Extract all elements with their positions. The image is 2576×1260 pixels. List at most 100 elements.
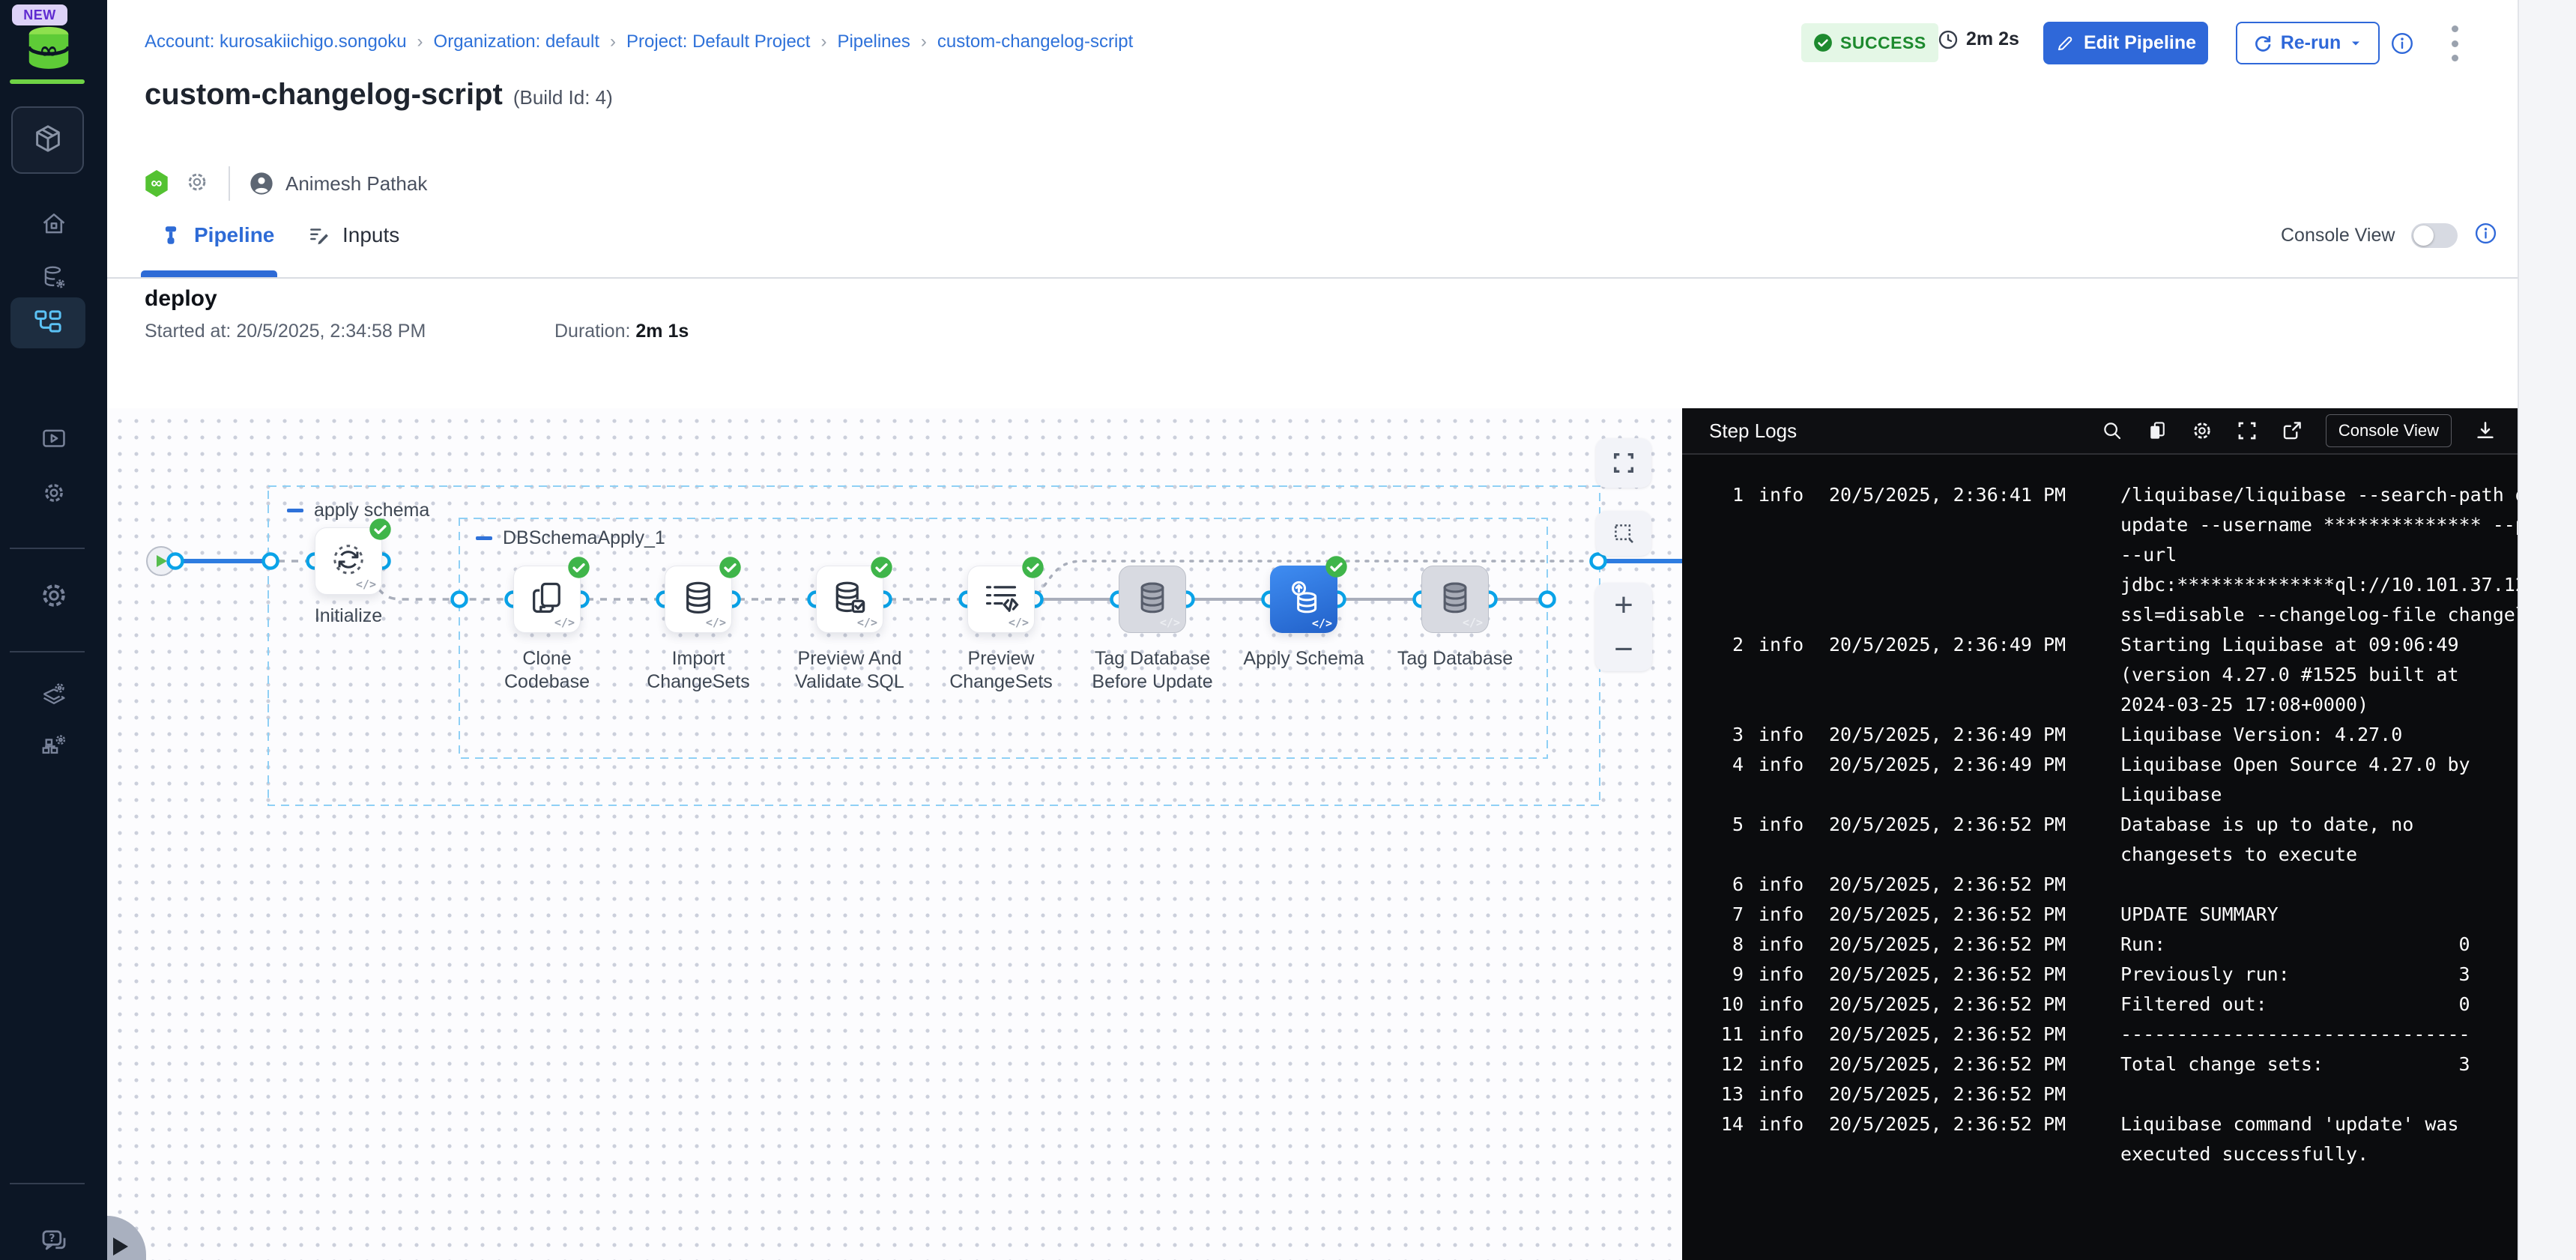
log-line-number: 14 bbox=[1682, 1109, 1744, 1139]
started-at: Started at: 20/5/2025, 2:34:58 PM bbox=[145, 321, 426, 342]
breadcrumb-link[interactable]: Account: kurosakiichigo.songoku bbox=[145, 31, 407, 52]
breadcrumb-link[interactable]: Pipelines bbox=[837, 31, 910, 52]
log-line-number: 8 bbox=[1682, 930, 1744, 960]
edit-pipeline-button[interactable]: Edit Pipeline bbox=[2043, 22, 2208, 64]
pipeline-canvas[interactable]: apply schema DBSchemaApply_1 </>Initiali… bbox=[107, 408, 1682, 1260]
log-level: info bbox=[1759, 810, 1811, 840]
zoom-in-button[interactable]: + bbox=[1614, 589, 1633, 622]
org-structure-icon bbox=[40, 730, 68, 762]
sidebar-divider bbox=[10, 1183, 85, 1184]
log-timestamp: 20/5/2025, 2:36:52 PM bbox=[1829, 930, 2081, 960]
log-level: info bbox=[1759, 990, 1811, 1020]
code-icon: </> bbox=[706, 616, 726, 629]
log-message: Run: 0 bbox=[2120, 930, 2518, 960]
copy-icon[interactable] bbox=[2146, 420, 2168, 442]
log-entry: 8 info 20/5/2025, 2:36:52 PM Run: 0 bbox=[1682, 930, 2518, 960]
console-view-button[interactable]: Console View bbox=[2326, 414, 2452, 447]
pencil-icon bbox=[2055, 34, 2075, 53]
sidebar-item-home[interactable] bbox=[0, 210, 107, 242]
tab-inputs[interactable]: Inputs bbox=[308, 223, 399, 247]
open-in-new-icon[interactable] bbox=[2281, 420, 2303, 442]
log-entry: 11info20/5/2025, 2:36:52 PM-------------… bbox=[1682, 1020, 2518, 1050]
sidebar-item-help[interactable]: ? bbox=[0, 1226, 107, 1260]
log-timestamp: 20/5/2025, 2:36:52 PM bbox=[1829, 1079, 2081, 1109]
collapse-group-icon[interactable] bbox=[476, 536, 492, 540]
sidebar-item-databases[interactable] bbox=[0, 263, 107, 295]
sidebar-item-org-structure[interactable] bbox=[0, 730, 107, 762]
pipeline-node[interactable]: </> bbox=[665, 566, 732, 633]
pipeline-node[interactable]: </> bbox=[816, 566, 883, 633]
log-message: Filtered out: 0 bbox=[2120, 990, 2518, 1020]
info-icon[interactable] bbox=[2390, 31, 2414, 59]
log-timestamp: 20/5/2025, 2:36:52 PM bbox=[1829, 960, 2081, 990]
author-name: Animesh Pathak bbox=[285, 172, 427, 196]
log-timestamp: 20/5/2025, 2:36:52 PM bbox=[1829, 990, 2081, 1020]
step-logs-panel: Step Logs Console View 1info20/5/2025, 2… bbox=[1682, 408, 2518, 1260]
log-entry: 9info20/5/2025, 2:36:52 PMPreviously run… bbox=[1682, 960, 2518, 990]
success-check-icon bbox=[1325, 555, 1348, 578]
log-body[interactable]: 1info20/5/2025, 2:36:41 PM/liquibase/liq… bbox=[1682, 455, 2518, 1260]
executions-icon bbox=[40, 425, 68, 457]
total-duration: 2m 2s bbox=[1938, 28, 2019, 50]
canvas-select-button[interactable] bbox=[1596, 511, 1651, 556]
log-level: info bbox=[1759, 870, 1811, 900]
zoom-out-button[interactable]: − bbox=[1614, 633, 1633, 666]
database-check-icon bbox=[830, 578, 869, 617]
log-timestamp: 20/5/2025, 2:36:49 PM bbox=[1829, 630, 2081, 660]
module-cube-icon bbox=[31, 121, 65, 160]
check-circle-icon bbox=[1813, 33, 1833, 52]
log-line-number: 7 bbox=[1682, 900, 1744, 930]
log-timestamp: 20/5/2025, 2:36:52 PM bbox=[1829, 870, 2081, 900]
download-icon[interactable] bbox=[2474, 420, 2497, 442]
execution-meta-row: ∞ Animesh Pathak bbox=[145, 166, 427, 201]
breadcrumb-link[interactable]: Organization: default bbox=[434, 31, 599, 52]
marquee-select-icon bbox=[1611, 521, 1636, 546]
pipeline-settings-gear-icon[interactable] bbox=[185, 170, 209, 198]
code-icon: </> bbox=[857, 616, 877, 629]
rerun-button[interactable]: Re-run bbox=[2236, 22, 2380, 64]
new-badge: NEW bbox=[12, 4, 67, 25]
pipeline-node-label: Initialize bbox=[287, 605, 410, 628]
clone-icon bbox=[527, 578, 566, 617]
sidebar-item-module[interactable] bbox=[11, 106, 84, 174]
sidebar-item-pipelines[interactable] bbox=[10, 297, 85, 348]
avatar bbox=[250, 172, 273, 196]
log-message: ------------------------------- bbox=[2120, 1020, 2518, 1050]
refresh-icon bbox=[329, 540, 368, 579]
log-line-number: 13 bbox=[1682, 1079, 1744, 1109]
sidebar-item-settings[interactable] bbox=[0, 580, 107, 615]
more-options-kebab[interactable] bbox=[2452, 25, 2461, 61]
log-timestamp: 20/5/2025, 2:36:49 PM bbox=[1829, 720, 2081, 750]
canvas-fullscreen-button[interactable] bbox=[1596, 438, 1651, 488]
log-message: Database is up to date, nochangesets to … bbox=[2120, 810, 2518, 870]
settings-icon[interactable] bbox=[2191, 420, 2213, 442]
database-filled-icon bbox=[1133, 578, 1172, 617]
pipeline-node[interactable]: </> bbox=[315, 527, 382, 595]
console-view-label: Console View bbox=[2281, 225, 2395, 246]
inputs-tab-icon bbox=[308, 224, 330, 246]
pipeline-node[interactable]: </> bbox=[1421, 566, 1489, 633]
pipeline-node[interactable]: </> bbox=[967, 566, 1035, 633]
sidebar-item-stage-settings[interactable] bbox=[0, 480, 107, 509]
sidebar-item-executions[interactable] bbox=[0, 425, 107, 457]
pipeline-node[interactable]: </> bbox=[513, 566, 581, 633]
pipeline-node[interactable]: </> bbox=[1119, 566, 1186, 633]
pipeline-node-label: Tag Database Before Update bbox=[1091, 647, 1214, 694]
harness-dbops-logo[interactable]: ∞ bbox=[22, 22, 75, 69]
breadcrumb-link[interactable]: custom-changelog-script bbox=[937, 31, 1133, 52]
search-icon[interactable] bbox=[2101, 420, 2123, 442]
database-filled-icon bbox=[1436, 578, 1475, 617]
fullscreen-icon[interactable] bbox=[2236, 420, 2258, 442]
tab-pipeline[interactable]: Pipeline bbox=[160, 223, 274, 247]
log-line-number: 10 bbox=[1682, 990, 1744, 1020]
log-level: info bbox=[1759, 930, 1811, 960]
console-view-info-icon[interactable] bbox=[2474, 222, 2497, 249]
database-icon bbox=[679, 578, 718, 617]
collapse-group-icon[interactable] bbox=[287, 509, 303, 512]
log-level: info bbox=[1759, 960, 1811, 990]
pipeline-node[interactable]: </> bbox=[1270, 566, 1337, 633]
breadcrumb-link[interactable]: Project: Default Project bbox=[626, 31, 810, 52]
sidebar-item-environments[interactable] bbox=[0, 680, 107, 712]
console-view-toggle[interactable] bbox=[2411, 223, 2458, 248]
breadcrumb-separator: › bbox=[610, 31, 616, 52]
